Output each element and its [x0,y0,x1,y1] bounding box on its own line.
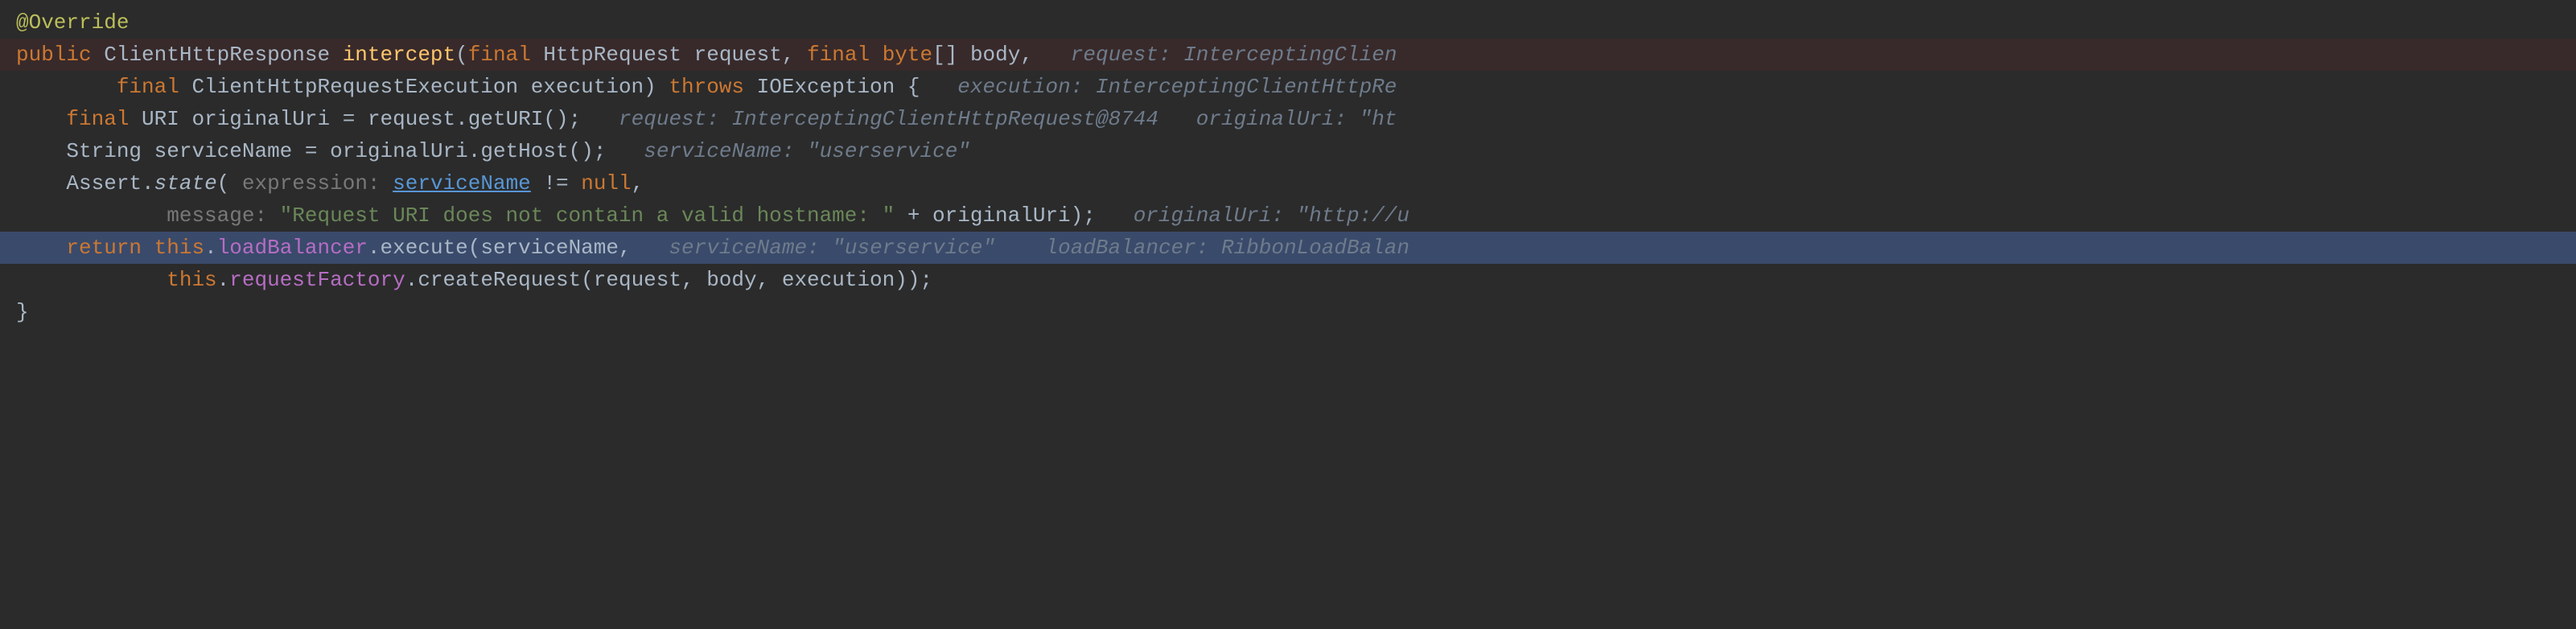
code-line[interactable]: public ClientHttpResponse intercept ( fi… [0,39,2576,71]
debug-hint-execution: execution: InterceptingClientHttpRe [957,72,1397,103]
method-intercept: intercept [343,39,455,71]
arg-request: request [594,265,681,296]
method-state: state [154,168,217,199]
paren-open: ( [455,39,468,71]
code-line[interactable]: } [0,296,2576,328]
paren-close: ) [1071,200,1084,232]
dot: . [217,265,230,296]
semicolon: ; [1083,200,1096,232]
param-execution: execution [531,72,644,103]
op-plus: + [907,200,920,232]
ref-originaluri: originalUri [330,136,468,167]
param-body: body [970,39,1020,71]
type-httprequest: HttpRequest [543,39,681,71]
comma: , [681,265,694,296]
link-servicename[interactable]: serviceName [393,168,531,199]
debug-hint-loadbalancer: loadBalancer: RibbonLoadBalan [1046,232,1409,264]
comma: , [782,39,795,71]
type-byte: byte [883,39,932,71]
keyword-return: return [66,232,142,264]
debug-hint-originaluri-msg: originalUri: "http://u [1134,200,1409,232]
code-line[interactable]: @Override [0,6,2576,39]
keyword-this: this [167,265,216,296]
debug-hint-servicename: serviceName: "userservice" [644,136,970,167]
string-literal: "Request URI does not contain a valid ho… [280,200,895,232]
semicolon: ; [594,136,607,167]
type-response: ClientHttpResponse [104,39,330,71]
param-label-message: message: [167,200,267,232]
arg-body: body [706,265,756,296]
comma: , [619,232,632,264]
field-requestfactory: requestFactory [229,265,405,296]
method-execute: execute [381,232,468,264]
paren-open: ( [217,168,230,199]
call-gethost: getHost [480,136,568,167]
code-line[interactable]: Assert . state ( expression: serviceName… [0,167,2576,199]
class-assert: Assert [66,168,142,199]
type-execution: ClientHttpRequestExecution [191,72,518,103]
type-uri: URI [142,104,179,135]
keyword-null: null [581,168,631,199]
method-createrequest: createRequest [418,265,581,296]
semicolon: ; [569,104,582,135]
dot: . [142,168,154,199]
ref-request: request [368,104,455,135]
call-geturi: getURI [468,104,544,135]
type-string: String [66,136,142,167]
keyword-this: this [154,232,204,264]
brackets: [] [932,39,957,71]
param-label-expression: expression: [242,168,381,199]
dot: . [204,232,217,264]
code-line[interactable]: final URI originalUri = request . getURI… [0,103,2576,135]
arg-servicename: serviceName [480,232,619,264]
op-notequal: != [543,168,568,199]
brace-open: { [907,72,920,103]
dot: . [455,104,468,135]
keyword-final: final [807,39,870,71]
annotation-override: @Override [16,7,129,39]
code-line[interactable]: message: "Request URI does not contain a… [0,199,2576,232]
paren-close: ) [644,72,656,103]
dot: . [405,265,418,296]
keyword-public: public [16,39,92,71]
var-servicename: serviceName [154,136,293,167]
dot: . [368,232,381,264]
param-request: request [694,39,782,71]
parens-close-double: )) [895,265,920,296]
comma: , [757,265,770,296]
debug-hint-request-uri: request: InterceptingClientHttpRequest@8… [619,104,1158,135]
comma: , [632,168,644,199]
code-line[interactable]: this . requestFactory . createRequest ( … [0,264,2576,296]
code-line[interactable]: final ClientHttpRequestExecution executi… [0,71,2576,103]
keyword-final: final [117,72,179,103]
field-loadbalancer: loadBalancer [217,232,368,264]
dot: . [468,136,481,167]
brace-close: } [16,297,29,328]
debug-hint-request: request: InterceptingClien [1071,39,1397,71]
keyword-throws: throws [669,72,744,103]
equals: = [343,104,356,135]
parens-empty: () [569,136,594,167]
debug-hint-originaluri: originalUri: "ht [1196,104,1397,135]
code-line[interactable]: String serviceName = originalUri . getHo… [0,135,2576,167]
code-line-current[interactable]: return this . loadBalancer . execute ( s… [0,232,2576,264]
keyword-final: final [66,104,129,135]
debug-hint-servicename-exec: serviceName: "userservice" [669,232,995,264]
keyword-final: final [468,39,531,71]
comma: , [1020,39,1033,71]
var-originaluri: originalUri [191,104,330,135]
equals: = [305,136,318,167]
paren-open: ( [581,265,594,296]
type-ioexception: IOException [757,72,895,103]
parens-empty: () [543,104,568,135]
arg-execution: execution [782,265,895,296]
ref-originaluri: originalUri [932,200,1071,232]
semicolon: ; [920,265,933,296]
paren-open: ( [468,232,481,264]
